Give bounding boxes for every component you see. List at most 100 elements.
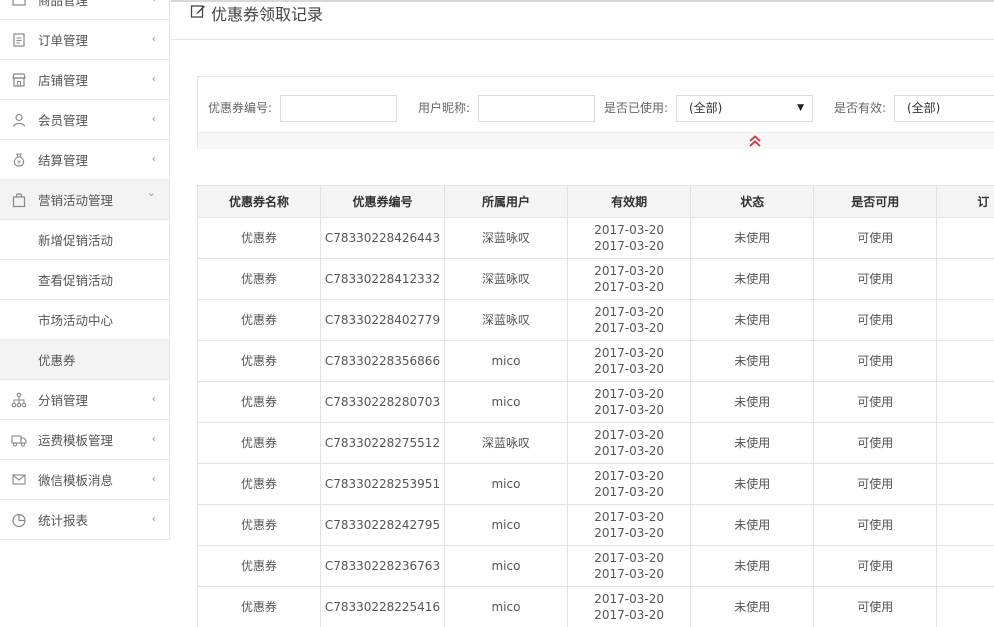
cell-order bbox=[936, 463, 994, 505]
table-row[interactable]: 优惠券 C78330228426443 深蓝咏叹 2017-03-20 2017-… bbox=[197, 217, 994, 259]
sidebar-item-shipping-template[interactable]: 运费模板管理 ‹ bbox=[0, 420, 169, 460]
submenu-item-label: 查看促销活动 bbox=[38, 273, 114, 288]
cell-validity: 2017-03-20 2017-03-20 bbox=[567, 586, 692, 627]
cell-available: 可使用 bbox=[813, 381, 938, 423]
table-row[interactable]: 优惠券 C78330228412332 深蓝咏叹 2017-03-20 2017-… bbox=[197, 258, 994, 300]
sidebar-item-label: 会员管理 bbox=[38, 113, 89, 128]
validity-end: 2017-03-20 bbox=[594, 362, 665, 376]
member-icon bbox=[12, 113, 26, 127]
column-header-order[interactable]: 订 bbox=[936, 185, 994, 218]
cell-status: 未使用 bbox=[690, 545, 815, 587]
cell-coupon-name: 优惠券 bbox=[197, 381, 321, 423]
sidebar-item-label: 商品管理 bbox=[38, 0, 89, 8]
validity-end: 2017-03-20 bbox=[594, 485, 665, 499]
cell-status: 未使用 bbox=[690, 299, 815, 341]
submenu-item-coupons[interactable]: 优惠券 bbox=[0, 340, 169, 380]
submenu-item-label: 市场活动中心 bbox=[38, 313, 114, 328]
table-row[interactable]: 优惠券 C78330228402779 深蓝咏叹 2017-03-20 2017-… bbox=[197, 299, 994, 341]
used-select[interactable]: (全部) ▼ bbox=[676, 95, 813, 122]
cell-coupon-name: 优惠券 bbox=[197, 504, 321, 546]
sidebar-item-label: 统计报表 bbox=[38, 513, 89, 528]
cell-validity: 2017-03-20 2017-03-20 bbox=[567, 258, 692, 300]
chevron-left-icon: ‹ bbox=[151, 512, 156, 525]
product-icon bbox=[12, 0, 26, 6]
cell-available: 可使用 bbox=[813, 504, 938, 546]
sidebar-item-store[interactable]: 店铺管理 ‹ bbox=[0, 60, 169, 100]
cell-user: mico bbox=[443, 545, 569, 587]
chevron-down-icon: ⌄ bbox=[146, 186, 156, 199]
cell-available: 可使用 bbox=[813, 545, 938, 587]
cell-coupon-name: 优惠券 bbox=[197, 463, 321, 505]
cell-coupon-code: C78330228275512 bbox=[319, 422, 445, 464]
sidebar-item-wechat-template[interactable]: 微信模板消息 ‹ bbox=[0, 460, 169, 500]
cell-order bbox=[936, 422, 994, 464]
cell-order bbox=[936, 299, 994, 341]
cell-user: 深蓝咏叹 bbox=[443, 299, 569, 341]
cell-user: mico bbox=[443, 463, 569, 505]
cell-coupon-code: C78330228412332 bbox=[319, 258, 445, 300]
nickname-input[interactable] bbox=[478, 95, 595, 122]
sidebar-item-reports[interactable]: 统计报表 ‹ bbox=[0, 500, 169, 540]
store-icon bbox=[12, 72, 26, 87]
truck-icon bbox=[11, 434, 27, 446]
sidebar-item-label: 店铺管理 bbox=[38, 73, 89, 88]
sidebar-item-distribution[interactable]: 分销管理 ‹ bbox=[0, 380, 169, 420]
sidebar-item-label: 结算管理 bbox=[38, 153, 89, 168]
chevron-left-icon: ‹ bbox=[151, 392, 156, 405]
submenu-item-view-promotion[interactable]: 查看促销活动 bbox=[0, 260, 169, 300]
submenu-item-add-promotion[interactable]: 新增促销活动 bbox=[0, 220, 169, 260]
sidebar-item-label: 营销活动管理 bbox=[38, 193, 114, 208]
cell-status: 未使用 bbox=[690, 258, 815, 300]
used-select-value: (全部) bbox=[689, 101, 723, 115]
validity-start: 2017-03-20 bbox=[594, 346, 665, 360]
column-header-status[interactable]: 状态 bbox=[690, 185, 815, 218]
sidebar-item-marketing[interactable]: 营销活动管理 ⌄ bbox=[0, 180, 169, 220]
cell-coupon-name: 优惠券 bbox=[197, 586, 321, 627]
cell-coupon-code: C78330228236763 bbox=[319, 545, 445, 587]
cell-available: 可使用 bbox=[813, 422, 938, 464]
table-row[interactable]: 优惠券 C78330228275512 深蓝咏叹 2017-03-20 2017-… bbox=[197, 422, 994, 464]
table-row[interactable]: 优惠券 C78330228242795 mico 2017-03-20 2017-… bbox=[197, 504, 994, 546]
valid-select[interactable]: (全部) bbox=[894, 95, 994, 122]
cell-order bbox=[936, 340, 994, 382]
cell-available: 可使用 bbox=[813, 340, 938, 382]
submenu-item-label: 新增促销活动 bbox=[38, 233, 114, 248]
cell-coupon-name: 优惠券 bbox=[197, 340, 321, 382]
edit-icon bbox=[190, 5, 205, 18]
validity-start: 2017-03-20 bbox=[594, 387, 665, 401]
column-header-coupon-name[interactable]: 优惠券名称 bbox=[197, 185, 321, 218]
sidebar-item-members[interactable]: 会员管理 ‹ bbox=[0, 100, 169, 140]
cell-validity: 2017-03-20 2017-03-20 bbox=[567, 422, 692, 464]
sidebar: 商品管理 ‹ 订单管理 ‹ 店铺管理 ‹ 会员管理 ‹ ¥ 结算管理 ‹ 营销活… bbox=[0, 0, 170, 540]
sidebar-item-products[interactable]: 商品管理 ‹ bbox=[0, 0, 169, 20]
chevron-left-icon: ‹ bbox=[151, 152, 156, 165]
cell-order bbox=[936, 217, 994, 259]
cell-coupon-code: C78330228280703 bbox=[319, 381, 445, 423]
validity-end: 2017-03-20 bbox=[594, 444, 665, 458]
validity-start: 2017-03-20 bbox=[594, 551, 665, 565]
sidebar-item-orders[interactable]: 订单管理 ‹ bbox=[0, 20, 169, 60]
submenu-item-market-center[interactable]: 市场活动中心 bbox=[0, 300, 169, 340]
table-row[interactable]: 优惠券 C78330228236763 mico 2017-03-20 2017-… bbox=[197, 545, 994, 587]
table-row[interactable]: 优惠券 C78330228253951 mico 2017-03-20 2017-… bbox=[197, 463, 994, 505]
sidebar-item-settlement[interactable]: ¥ 结算管理 ‹ bbox=[0, 140, 169, 180]
cell-order bbox=[936, 545, 994, 587]
column-header-available[interactable]: 是否可用 bbox=[813, 185, 938, 218]
validity-end: 2017-03-20 bbox=[594, 403, 665, 417]
table-row[interactable]: 优惠券 C78330228356866 mico 2017-03-20 2017-… bbox=[197, 340, 994, 382]
column-header-user[interactable]: 所属用户 bbox=[443, 185, 569, 218]
cell-validity: 2017-03-20 2017-03-20 bbox=[567, 545, 692, 587]
column-header-coupon-code[interactable]: 优惠券编号 bbox=[319, 185, 445, 218]
cell-order bbox=[936, 504, 994, 546]
column-header-validity[interactable]: 有效期 bbox=[567, 185, 692, 218]
table-row[interactable]: 优惠券 C78330228280703 mico 2017-03-20 2017-… bbox=[197, 381, 994, 423]
table-row[interactable]: 优惠券 C78330228225416 mico 2017-03-20 2017-… bbox=[197, 586, 994, 627]
cell-coupon-code: C78330228225416 bbox=[319, 586, 445, 627]
filter-collapse-bar[interactable] bbox=[198, 132, 994, 149]
chevron-left-icon: ‹ bbox=[151, 112, 156, 125]
cell-user: mico bbox=[443, 340, 569, 382]
coupon-no-input[interactable] bbox=[280, 95, 397, 122]
cell-user: mico bbox=[443, 381, 569, 423]
double-chevron-up-icon[interactable] bbox=[747, 133, 763, 149]
valid-select-value: (全部) bbox=[907, 101, 941, 115]
